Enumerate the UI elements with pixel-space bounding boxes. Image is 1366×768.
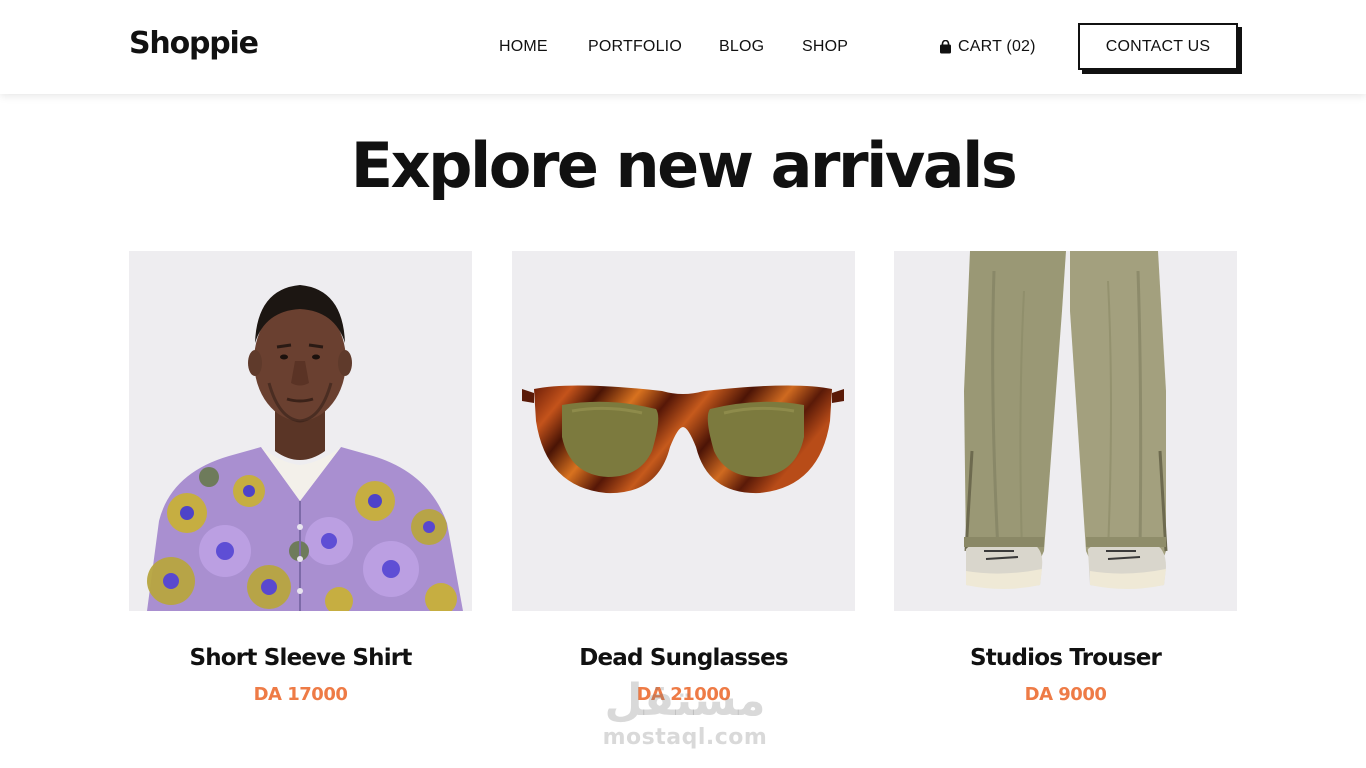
product-price: DA 17000 [253, 684, 348, 705]
khaki-trousers-photo [894, 251, 1237, 611]
watermark-latin: mostaql.com [602, 725, 768, 750]
product-name[interactable]: Dead Sunglasses [512, 644, 855, 672]
shopping-bag-icon [939, 40, 952, 54]
product-card[interactable]: Studios Trouser DA 9000 [894, 251, 1237, 706]
product-price: DA 21000 [636, 684, 731, 705]
product-price: DA 9000 [1024, 684, 1107, 705]
product-card[interactable]: Dead Sunglasses DA 21000 [512, 251, 855, 706]
site-logo[interactable]: Shoppie [129, 26, 259, 61]
section-title: Explore new arrivals [350, 129, 1018, 202]
tortoiseshell-sunglasses-photo [512, 251, 855, 611]
nav-home[interactable]: HOME [499, 38, 548, 56]
cart-label: CART (02) [958, 38, 1036, 55]
cart-link[interactable]: CART (02) [939, 38, 1036, 56]
product-image[interactable] [512, 251, 855, 611]
nav-shop[interactable]: SHOP [802, 38, 848, 56]
nav-blog[interactable]: BLOG [719, 38, 764, 56]
contact-us-button[interactable]: CONTACT US [1078, 23, 1238, 70]
nav-portfolio[interactable]: PORTFOLIO [588, 38, 682, 56]
model-floral-shirt-photo [129, 251, 472, 611]
product-image[interactable] [129, 251, 472, 611]
contact-button-wrap: CONTACT US [1078, 23, 1242, 74]
product-card[interactable]: Short Sleeve Shirt DA 17000 [129, 251, 472, 706]
product-name[interactable]: Studios Trouser [894, 644, 1237, 672]
product-name[interactable]: Short Sleeve Shirt [129, 644, 472, 672]
product-image[interactable] [894, 251, 1237, 611]
site-header: Shoppie HOME PORTFOLIO BLOG SHOP CART (0… [0, 0, 1366, 94]
